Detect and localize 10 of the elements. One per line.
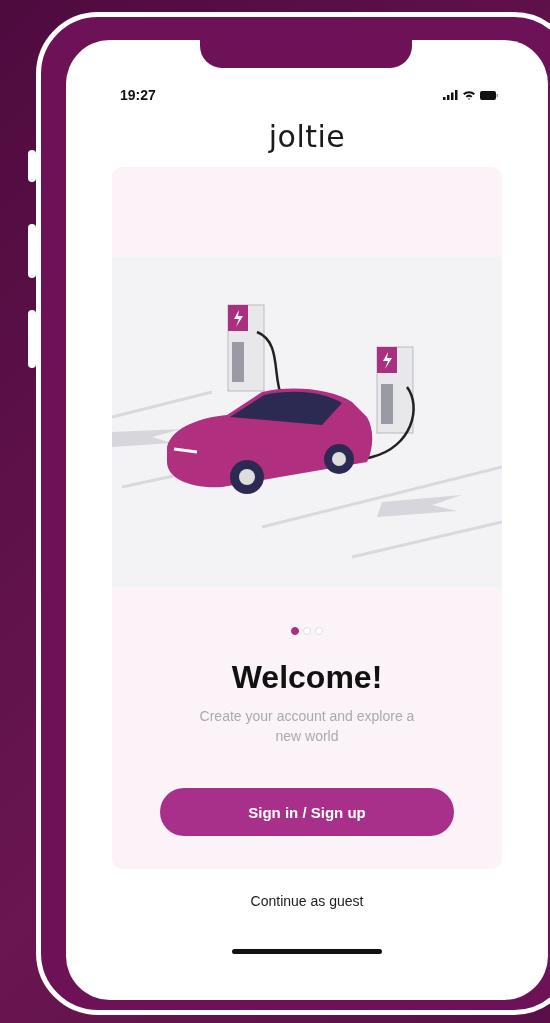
status-time: 19:27 [120,87,156,103]
wifi-icon [462,90,476,100]
signal-icon [443,90,458,100]
continue-as-guest-link[interactable]: Continue as guest [250,893,364,909]
app-logo: joltie [268,118,346,156]
sign-in-button[interactable]: Sign in / Sign up [160,788,454,836]
welcome-subtitle: Create your account and explore a new world [198,707,416,746]
battery-icon [480,90,498,100]
page-dot[interactable] [291,627,299,635]
welcome-title: Welcome! [231,659,383,696]
